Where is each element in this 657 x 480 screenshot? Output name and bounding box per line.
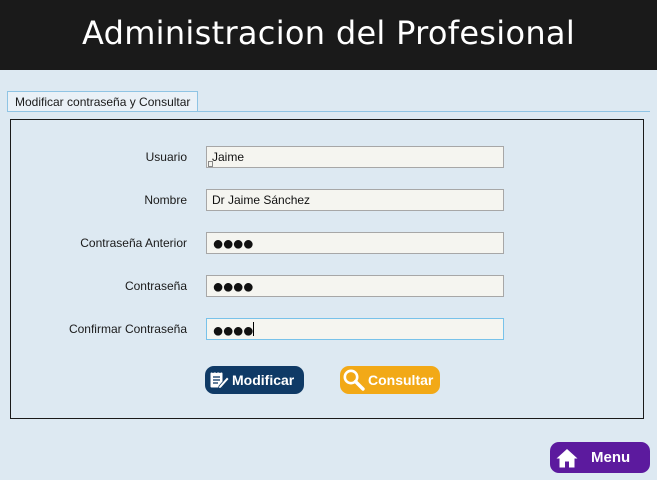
nombre-value: Dr Jaime Sánchez [212,193,311,207]
tab-modificar-consultar[interactable]: Modificar contraseña y Consultar [7,91,199,112]
nombre-field[interactable]: Dr Jaime Sánchez [206,189,504,211]
usuario-value: Jaime [212,150,245,164]
consultar-label: Consultar [368,372,434,388]
contrasena-label: Contraseña [124,279,187,293]
nombre-label: Nombre [144,193,187,207]
magnifier-icon [342,368,366,392]
contrasena-field[interactable]: ●●●● [206,275,504,297]
contrasena-anterior-label: Contraseña Anterior [80,236,187,250]
confirmar-contrasena-value: ●●●● [212,320,254,342]
modificar-label: Modificar [232,372,295,388]
usuario-field[interactable]: Jaime [206,146,504,168]
contrasena-anterior-field[interactable]: ●●●● [206,232,504,254]
confirmar-contrasena-label: Confirmar Contraseña [68,322,187,336]
contrasena-anterior-value: ●●●● [212,233,254,255]
app-header: Administracion del Profesional [0,0,657,70]
usuario-label: Usuario [145,150,187,164]
page-title: Administracion del Profesional [81,14,576,52]
notepad-edit-icon [208,369,230,391]
text-caret [253,322,255,336]
tab-strip-divider [7,111,650,112]
contrasena-value: ●●●● [212,276,254,298]
home-icon [555,447,579,469]
field-marker-icon [208,161,213,167]
confirmar-contrasena-field[interactable]: ●●●● [206,318,504,342]
tab-label: Modificar contraseña y Consultar [15,95,191,109]
menu-button[interactable]: Menu [550,442,650,473]
modificar-button[interactable]: Modificar [205,366,304,394]
menu-label: Menu [591,449,631,466]
consultar-button[interactable]: Consultar [340,366,440,394]
